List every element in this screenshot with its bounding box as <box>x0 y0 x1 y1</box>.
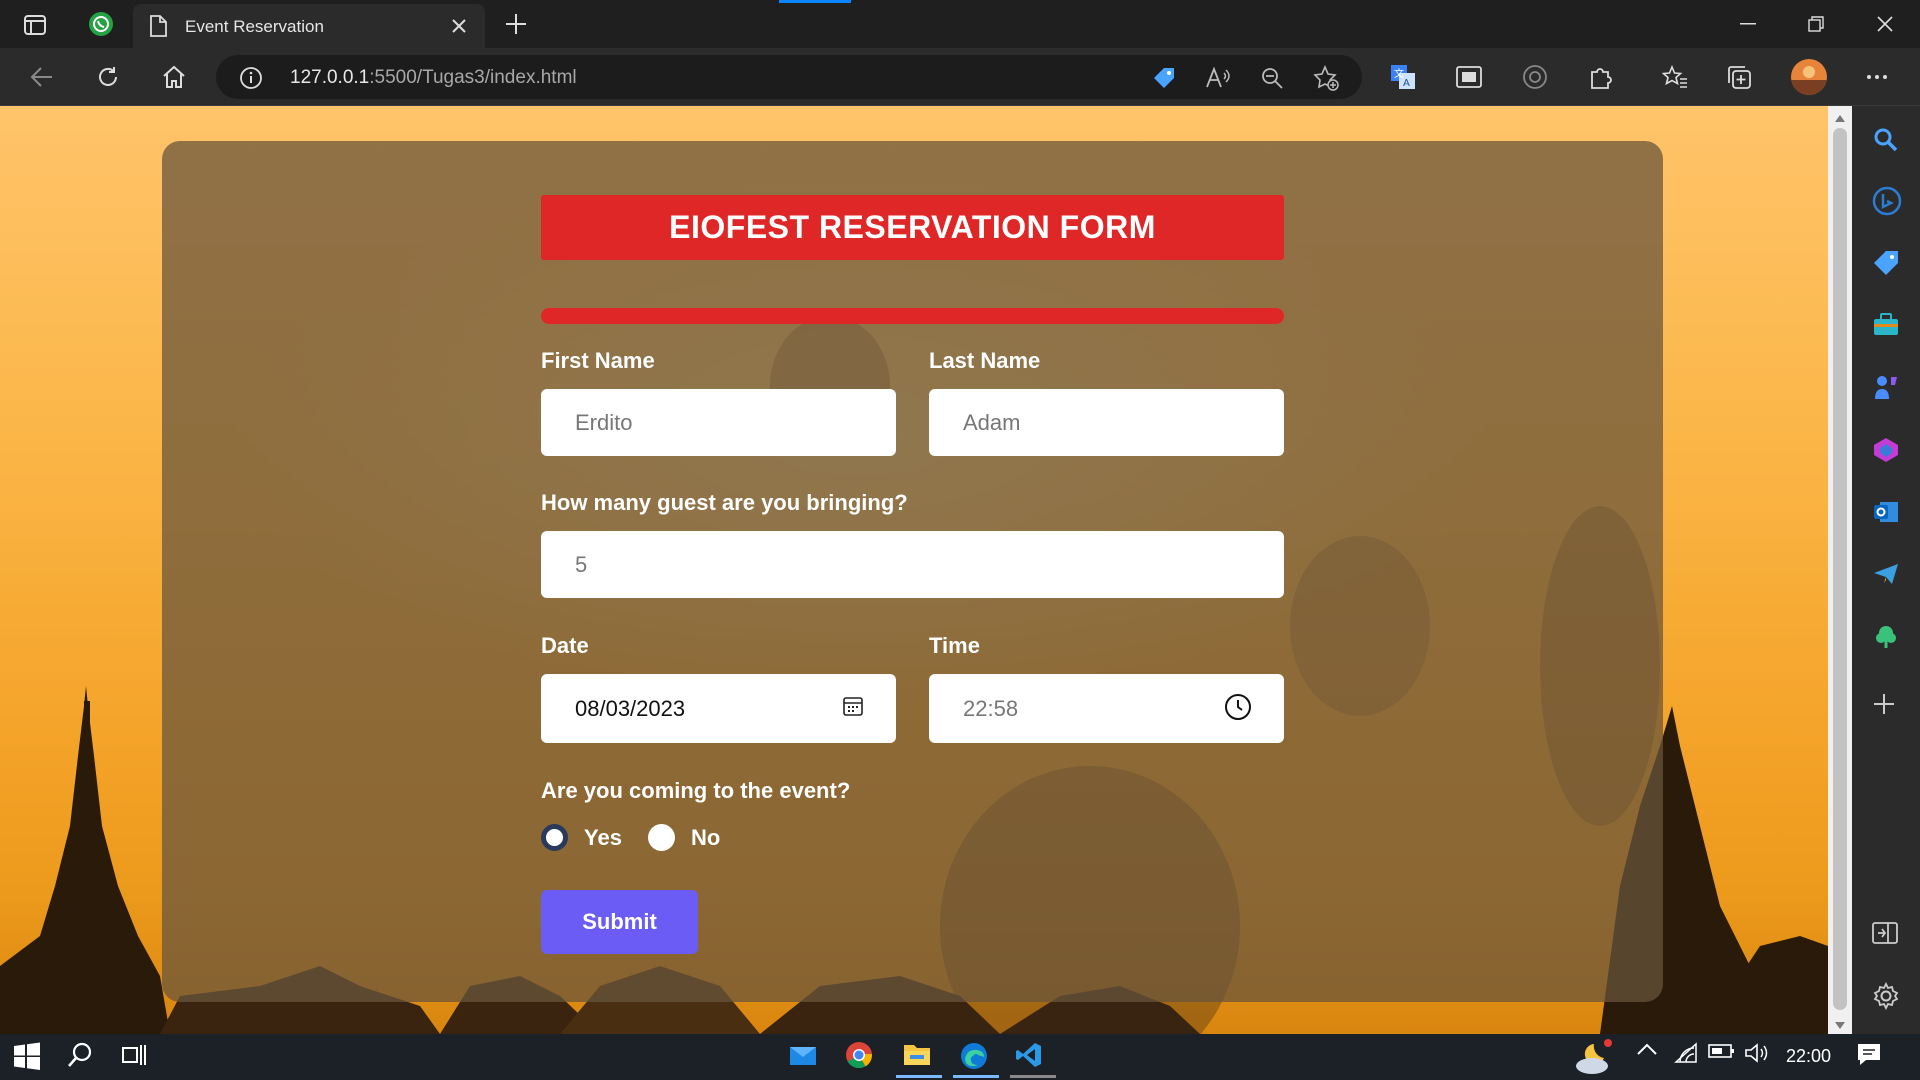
add-favorite-icon[interactable] <box>1312 64 1340 92</box>
info-icon[interactable] <box>238 65 264 91</box>
form-title: EIOFEST RESERVATION FORM <box>541 195 1284 260</box>
guests-label: How many guest are you bringing? <box>541 490 908 515</box>
close-window-icon[interactable] <box>1870 10 1900 38</box>
url-text[interactable]: 127.0.0.1:5500/Tugas3/index.html <box>290 67 577 89</box>
active-app-indicator-edge <box>953 1075 999 1078</box>
chrome-icon[interactable] <box>845 1041 877 1073</box>
home-icon[interactable] <box>157 60 191 94</box>
time-label: Time <box>929 633 980 658</box>
radio-no-label[interactable]: No <box>691 825 720 851</box>
calendar-icon[interactable] <box>842 695 866 719</box>
active-indicator <box>779 0 851 3</box>
outlook-icon[interactable] <box>1872 498 1902 528</box>
zoom-out-icon[interactable] <box>1258 64 1286 92</box>
radio-yes-label[interactable]: Yes <box>584 825 622 851</box>
translate-icon[interactable]: 文A <box>1386 60 1420 94</box>
plus-icon[interactable] <box>502 10 530 38</box>
clock-icon[interactable] <box>1224 693 1252 721</box>
active-app-indicator <box>896 1075 942 1078</box>
edge-icon[interactable] <box>959 1041 991 1073</box>
restore-icon[interactable] <box>1801 10 1831 38</box>
taskbar-clock[interactable]: 22:00 <box>1786 1046 1831 1067</box>
reservation-form-card: EIOFEST RESERVATION FORM First Name Last… <box>162 141 1663 1002</box>
first-name-input[interactable]: Erdito <box>541 389 896 456</box>
mail-icon[interactable] <box>788 1041 820 1073</box>
date-value: 08/03/2023 <box>575 695 686 721</box>
settings-icon[interactable] <box>1872 981 1902 1012</box>
profile-avatar[interactable] <box>1790 58 1828 96</box>
search-icon[interactable] <box>66 1041 98 1073</box>
svg-text:A: A <box>1403 78 1410 89</box>
battery-icon[interactable] <box>1708 1042 1736 1068</box>
last-name-label: Last Name <box>929 348 1041 373</box>
back-icon[interactable] <box>25 60 59 94</box>
weather-icon[interactable] <box>1572 1038 1612 1076</box>
games-icon[interactable] <box>1872 373 1902 403</box>
chevron-up-icon[interactable] <box>1636 1042 1662 1068</box>
workspaces-icon[interactable] <box>22 12 48 38</box>
scroll-thumb[interactable] <box>1833 128 1847 1010</box>
guests-value: 5 <box>575 551 588 577</box>
file-explorer-icon[interactable] <box>902 1041 934 1073</box>
tag-icon[interactable] <box>1150 64 1178 92</box>
date-label: Date <box>541 633 589 658</box>
date-input[interactable]: 08/03/2023 <box>541 674 896 743</box>
url-path: :5500/Tugas3/index.html <box>369 67 577 88</box>
progress-bar <box>541 308 1284 324</box>
notification-icon[interactable] <box>1856 1042 1884 1070</box>
radio-no[interactable] <box>648 824 675 851</box>
search-icon[interactable] <box>1872 126 1902 156</box>
time-value: 22:58 <box>963 695 1019 721</box>
office-icon[interactable] <box>1872 436 1902 466</box>
refresh-icon[interactable] <box>91 60 125 94</box>
bing-icon[interactable] <box>1872 186 1902 216</box>
shopping-icon[interactable] <box>1872 249 1902 279</box>
scroll-up-arrow[interactable] <box>1834 110 1846 122</box>
url-host: 127.0.0.1 <box>290 67 370 88</box>
browser-toolbar: 127.0.0.1:5500/Tugas3/index.html 文A <box>0 48 1920 106</box>
first-name-value: Erdito <box>575 409 633 435</box>
page-icon <box>147 15 169 37</box>
wifi-icon[interactable] <box>1674 1042 1700 1068</box>
address-bar[interactable]: 127.0.0.1:5500/Tugas3/index.html <box>216 55 1362 99</box>
close-icon[interactable] <box>447 14 471 38</box>
page-viewport: EIOFEST RESERVATION FORM First Name Last… <box>0 106 1828 1034</box>
volume-icon[interactable] <box>1744 1042 1772 1068</box>
task-view-icon[interactable] <box>120 1041 152 1073</box>
whatsapp-icon[interactable] <box>86 9 116 39</box>
tab-title: Event Reservation <box>185 17 324 36</box>
minimize-icon[interactable] <box>1733 10 1763 38</box>
telegram-icon[interactable] <box>1872 561 1902 591</box>
windows-taskbar: 22:00 <box>0 1034 1920 1080</box>
first-name-label: First Name <box>541 348 655 373</box>
windows-start-icon[interactable] <box>12 1041 44 1073</box>
radio-yes[interactable] <box>541 824 568 851</box>
attend-question-label: Are you coming to the event? <box>541 778 851 803</box>
scroll-down-arrow[interactable] <box>1834 1018 1846 1030</box>
time-input[interactable]: 22:58 <box>929 674 1284 743</box>
tools-icon[interactable] <box>1872 311 1902 341</box>
tab-event-reservation[interactable]: Event Reservation <box>133 4 485 48</box>
copilot-icon[interactable] <box>1518 60 1552 94</box>
guests-input[interactable]: 5 <box>541 531 1284 598</box>
favorites-icon[interactable] <box>1658 60 1692 94</box>
tree-icon[interactable] <box>1872 623 1902 653</box>
add-icon[interactable] <box>1872 692 1902 722</box>
collections-icon[interactable] <box>1722 60 1756 94</box>
browser-title-bar: Event Reservation <box>0 0 1920 48</box>
page-scrollbar[interactable] <box>1828 106 1852 1034</box>
split-screen-icon[interactable] <box>1872 921 1902 951</box>
last-name-input[interactable]: Adam <box>929 389 1284 456</box>
vscode-icon[interactable] <box>1015 1041 1047 1073</box>
submit-button[interactable]: Submit <box>541 890 698 954</box>
edge-sidebar <box>1852 106 1920 1034</box>
extensions-icon[interactable] <box>1584 60 1618 94</box>
immersive-reader-icon[interactable] <box>1452 60 1486 94</box>
read-aloud-icon[interactable] <box>1204 64 1232 92</box>
more-icon[interactable] <box>1860 60 1894 94</box>
open-app-indicator-vscode <box>1010 1075 1056 1078</box>
last-name-value: Adam <box>963 409 1021 435</box>
